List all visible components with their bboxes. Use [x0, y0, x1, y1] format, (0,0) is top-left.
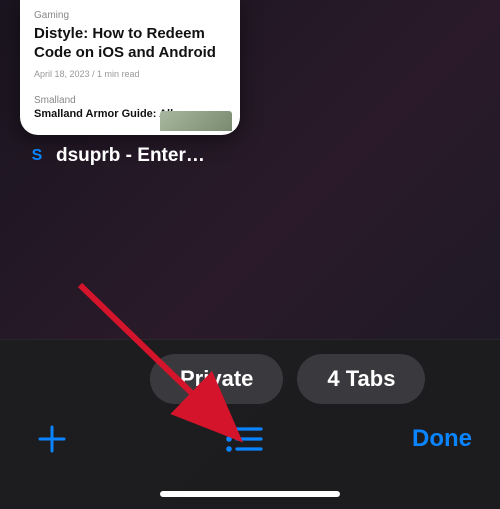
tab-groups-button[interactable] — [214, 414, 274, 464]
plus-icon — [34, 421, 70, 457]
home-indicator[interactable] — [160, 491, 340, 497]
list-icon — [225, 424, 263, 454]
tab-group-pills: Private 4 Tabs — [150, 354, 500, 404]
done-button[interactable]: Done — [406, 415, 478, 463]
article-category: Gaming — [34, 10, 226, 21]
article-thumb — [160, 111, 232, 131]
tabs-count-pill[interactable]: 4 Tabs — [297, 354, 425, 404]
article-title: Distyle: How to Redeem Code on iOS and A… — [34, 25, 226, 63]
tab-title: dsuprb - Enter… — [56, 145, 205, 167]
private-pill[interactable]: Private — [150, 354, 283, 404]
article-meta: April 18, 2023 / 1 min read — [34, 69, 226, 79]
bottom-bar: Private 4 Tabs Done — [0, 339, 500, 509]
new-tab-button[interactable] — [22, 414, 82, 464]
favicon-icon: S — [28, 147, 46, 165]
article-subcategory: Smalland — [34, 95, 226, 106]
tab-label[interactable]: S dsuprb - Enter… — [28, 145, 205, 167]
tab-preview-card[interactable]: Gaming Distyle: How to Redeem Code on iO… — [20, 0, 240, 135]
toolbar: Done — [0, 409, 500, 469]
